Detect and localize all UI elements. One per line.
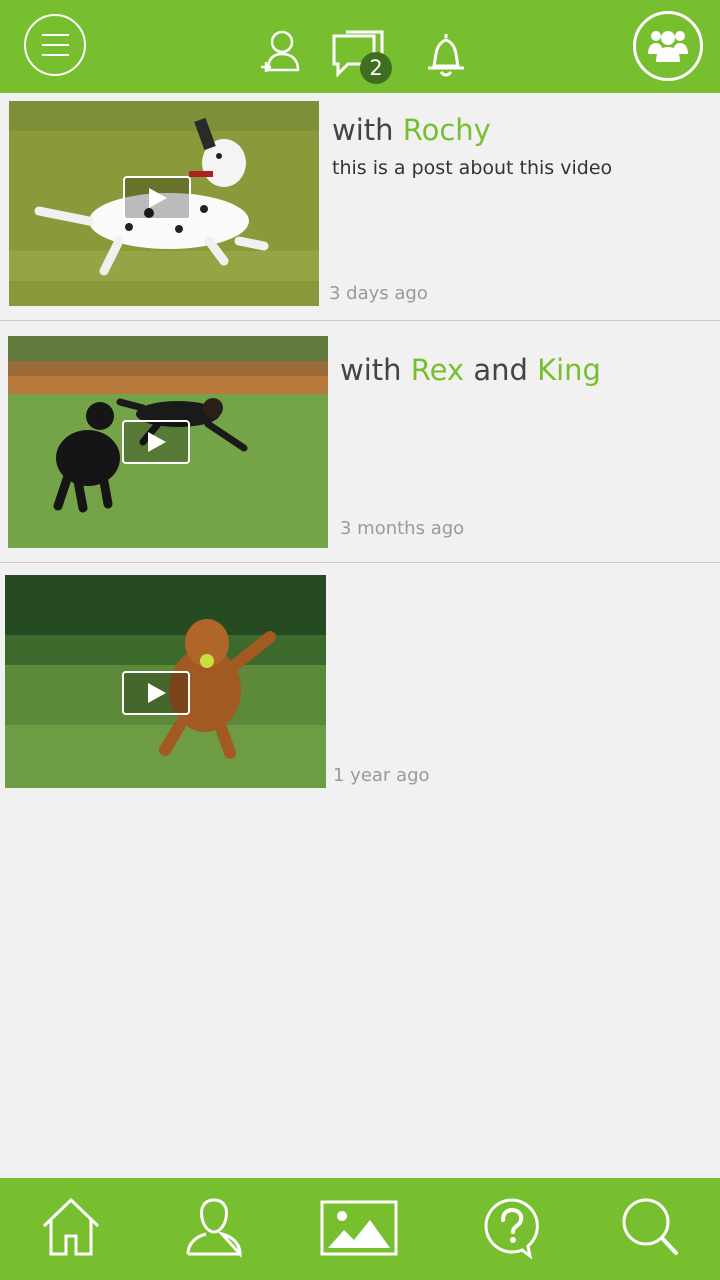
groups-icon (648, 31, 688, 62)
friend-name-link[interactable]: Rochy (403, 113, 491, 147)
play-icon (149, 188, 167, 208)
with-label: with (340, 353, 402, 387)
video-thumbnail[interactable] (8, 336, 328, 548)
play-button[interactable] (123, 176, 191, 220)
post-caption: with Rex and King (340, 353, 601, 387)
feed-item[interactable]: with Rex and King 3 months ago (0, 321, 720, 563)
notification-badge: 2 (360, 52, 392, 84)
home-icon[interactable] (40, 1196, 102, 1258)
video-thumbnail[interactable] (9, 101, 319, 306)
with-label: with (332, 113, 394, 147)
gallery-icon[interactable] (320, 1200, 398, 1256)
play-icon (148, 683, 166, 703)
play-button[interactable] (122, 671, 190, 715)
menu-icon-line (42, 54, 69, 56)
post-description: this is a post about this video (332, 157, 613, 179)
menu-icon-line (42, 44, 69, 46)
profile-icon[interactable] (184, 1196, 244, 1258)
post-timestamp: 3 months ago (340, 518, 465, 539)
add-friend-icon[interactable] (258, 26, 304, 76)
friend-name-link[interactable]: King (537, 353, 601, 387)
menu-button[interactable] (24, 14, 86, 76)
bell-icon[interactable] (422, 30, 470, 80)
post-caption: with Rochy (332, 113, 491, 147)
search-icon[interactable] (620, 1196, 680, 1258)
top-bar: 2 (0, 0, 720, 93)
play-icon (148, 432, 166, 452)
and-label: and (473, 353, 528, 387)
post-timestamp: 1 year ago (333, 765, 430, 786)
play-button[interactable] (122, 420, 190, 464)
post-timestamp: 3 days ago (329, 283, 428, 304)
groups-button[interactable] (633, 11, 703, 81)
help-icon[interactable] (482, 1196, 542, 1260)
feed-item[interactable]: 1 year ago (0, 563, 720, 803)
menu-icon-line (42, 34, 69, 36)
bottom-nav (0, 1178, 720, 1280)
feed-item[interactable]: with Rochy this is a post about this vid… (0, 93, 720, 321)
friend-name-link[interactable]: Rex (411, 353, 464, 387)
video-thumbnail[interactable] (5, 575, 326, 788)
